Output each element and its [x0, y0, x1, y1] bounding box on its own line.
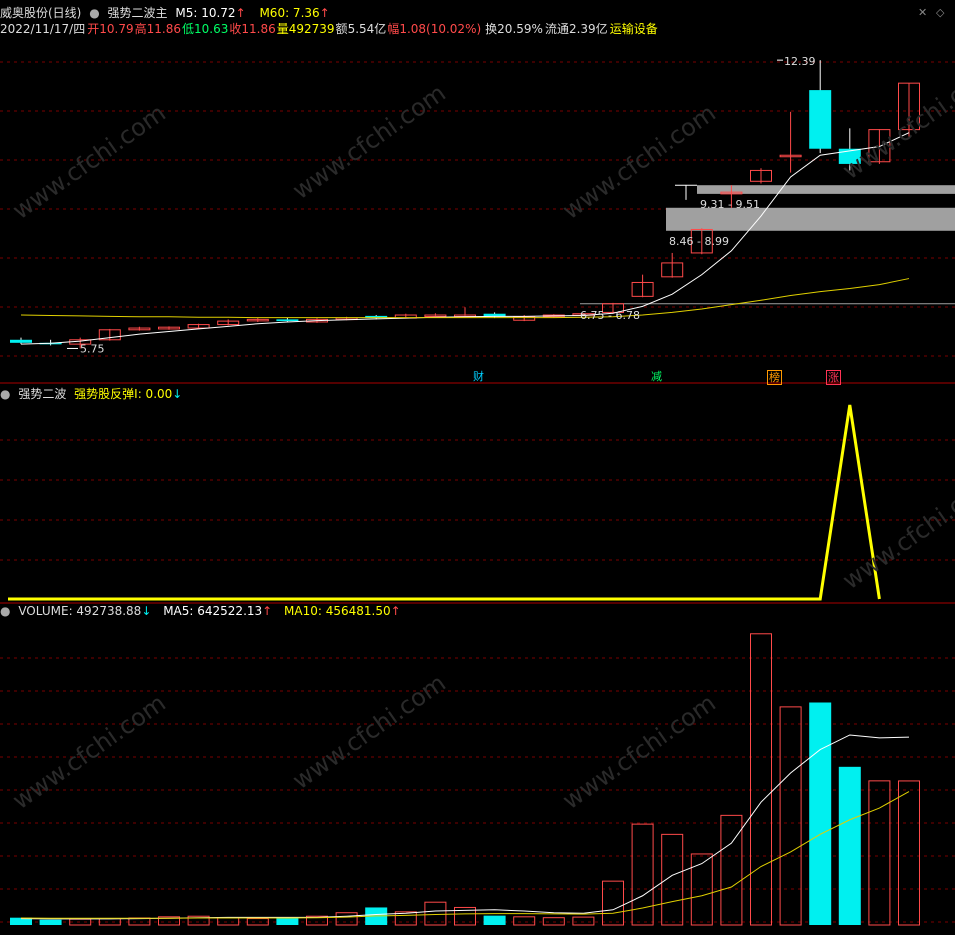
indicator-line	[8, 404, 881, 601]
candle-body	[276, 319, 299, 322]
watermark: www.cfchi.com	[557, 99, 720, 225]
float-label: 流通	[544, 22, 569, 36]
volume-bar	[542, 917, 565, 926]
sub1-value-label: 强势股反弹I: 0.00	[74, 387, 173, 401]
volume-bar	[720, 814, 743, 926]
volume-bar	[809, 702, 832, 925]
volume-bar	[217, 917, 240, 926]
volume-collapse-icon[interactable]: ●	[0, 604, 10, 618]
zone-label: 8.46 - 8.99	[669, 235, 729, 248]
turnover-value: 20.59%	[497, 22, 543, 36]
event-tag-billboard[interactable]: 榜	[767, 370, 782, 385]
watermark: www.cfchi.com	[837, 59, 955, 185]
sub1-title[interactable]: 强势二波	[18, 387, 66, 401]
candle-body	[10, 339, 32, 343]
volume-bar	[779, 706, 802, 926]
event-tag-reduce[interactable]: 减	[650, 370, 663, 383]
amount-label: 额	[335, 22, 348, 36]
change-value: 1.08(10.02%)	[399, 22, 482, 36]
high-price-label: 12.39	[784, 55, 816, 68]
volume-bar	[483, 915, 506, 925]
amount-value: 5.54亿	[347, 22, 387, 36]
volume-bar	[572, 916, 595, 926]
zone-band	[666, 207, 955, 231]
open-value: 10.79	[99, 22, 134, 36]
watermark: www.cfchi.com	[7, 689, 170, 815]
volume-value: 492739	[288, 22, 335, 36]
volume-bar	[868, 780, 891, 926]
indicator-name[interactable]: 强势二波主	[108, 6, 168, 20]
close-label: 收	[229, 22, 242, 36]
quote-info-row: 2022/11/17/四 开10.79高11.86低10.63收11.86量492…	[0, 22, 662, 36]
vol-ma5-arrow-icon: ↑	[262, 604, 273, 618]
kline-chart-canvas[interactable]: 12.39 5.75 9.31 - 9.51 8.46 - 8.99 6.75 - 6.…	[0, 0, 955, 935]
open-label: 开	[87, 22, 100, 36]
volume-bar	[39, 919, 62, 925]
m60-arrow-icon: ↑	[319, 6, 330, 20]
zone-label: 9.31 - 9.51	[700, 198, 760, 211]
expand-icon[interactable]: ◇	[936, 6, 944, 19]
main-chart-header: 威奥股份(日线) ● 强势二波主 M5: 10.72↑ M60: 7.36↑	[0, 6, 334, 20]
high-label: 高	[134, 22, 147, 36]
vol-ma5-label: MA5: 642522.13	[163, 604, 263, 618]
sub1-header: ● 强势二波 强势股反弹I: 0.00↓	[0, 387, 186, 401]
sub1-arrow-icon: ↓	[172, 387, 183, 401]
volume-bar	[246, 918, 269, 926]
close-value: 11.86	[241, 22, 276, 36]
low-value: 10.63	[193, 22, 229, 36]
m5-arrow-icon: ↑	[235, 6, 246, 20]
float-value: 2.39亿	[568, 22, 608, 36]
change-label: 幅	[387, 22, 400, 36]
zone-label: 6.75 - 6.78	[580, 309, 640, 322]
close-icon[interactable]: ✕	[918, 6, 927, 19]
volume-bar	[602, 880, 624, 926]
m5-label: M5: 10.72	[175, 6, 236, 20]
low-label: 低	[181, 22, 194, 36]
volume-bar	[750, 633, 772, 926]
watermark: www.cfchi.com	[287, 79, 450, 205]
volume-bar	[898, 780, 920, 926]
volume-bar	[335, 912, 358, 926]
volume-ma5-line	[20, 734, 910, 920]
sector-link[interactable]: 运输设备	[610, 22, 658, 36]
watermark: www.cfchi.com	[7, 99, 170, 225]
sub1-collapse-icon[interactable]: ●	[0, 387, 10, 401]
watermark: www.cfchi.com	[557, 689, 720, 815]
watermark: www.cfchi.com	[837, 469, 955, 595]
volume-bar	[661, 833, 684, 926]
stock-name[interactable]: 威奥股份(日线)	[0, 6, 81, 20]
volume-ma10-line	[20, 791, 910, 919]
event-tag-limit-up[interactable]: 涨	[826, 370, 841, 385]
m60-label: M60: 7.36	[259, 6, 320, 20]
vol-ma10-label: MA10: 456481.50	[284, 604, 391, 618]
quote-date: 2022/11/17/四	[0, 22, 86, 36]
vol-ma10-arrow-icon: ↑	[390, 604, 401, 618]
event-tag-finance[interactable]: 财	[472, 370, 485, 383]
turnover-label: 换	[485, 22, 498, 36]
candle-body	[809, 90, 832, 149]
volume-header: ● VOLUME: 492738.88↓ MA5: 642522.13↑ MA1…	[0, 604, 405, 618]
low-price-label: 5.75	[80, 342, 105, 355]
watermark: www.cfchi.com	[287, 669, 450, 795]
volume-value-label: VOLUME: 492738.88	[18, 604, 142, 618]
volume-bar	[838, 766, 861, 925]
volume-bar	[98, 918, 121, 926]
high-value: 11.86	[146, 22, 181, 36]
volume-arrow-icon: ↓	[141, 604, 152, 618]
volume-bar	[631, 823, 654, 926]
volume-bar	[513, 916, 536, 926]
volume-bar	[276, 917, 299, 925]
indicator-selector-icon[interactable]: ●	[89, 6, 99, 20]
volume-label: 量	[276, 22, 289, 36]
